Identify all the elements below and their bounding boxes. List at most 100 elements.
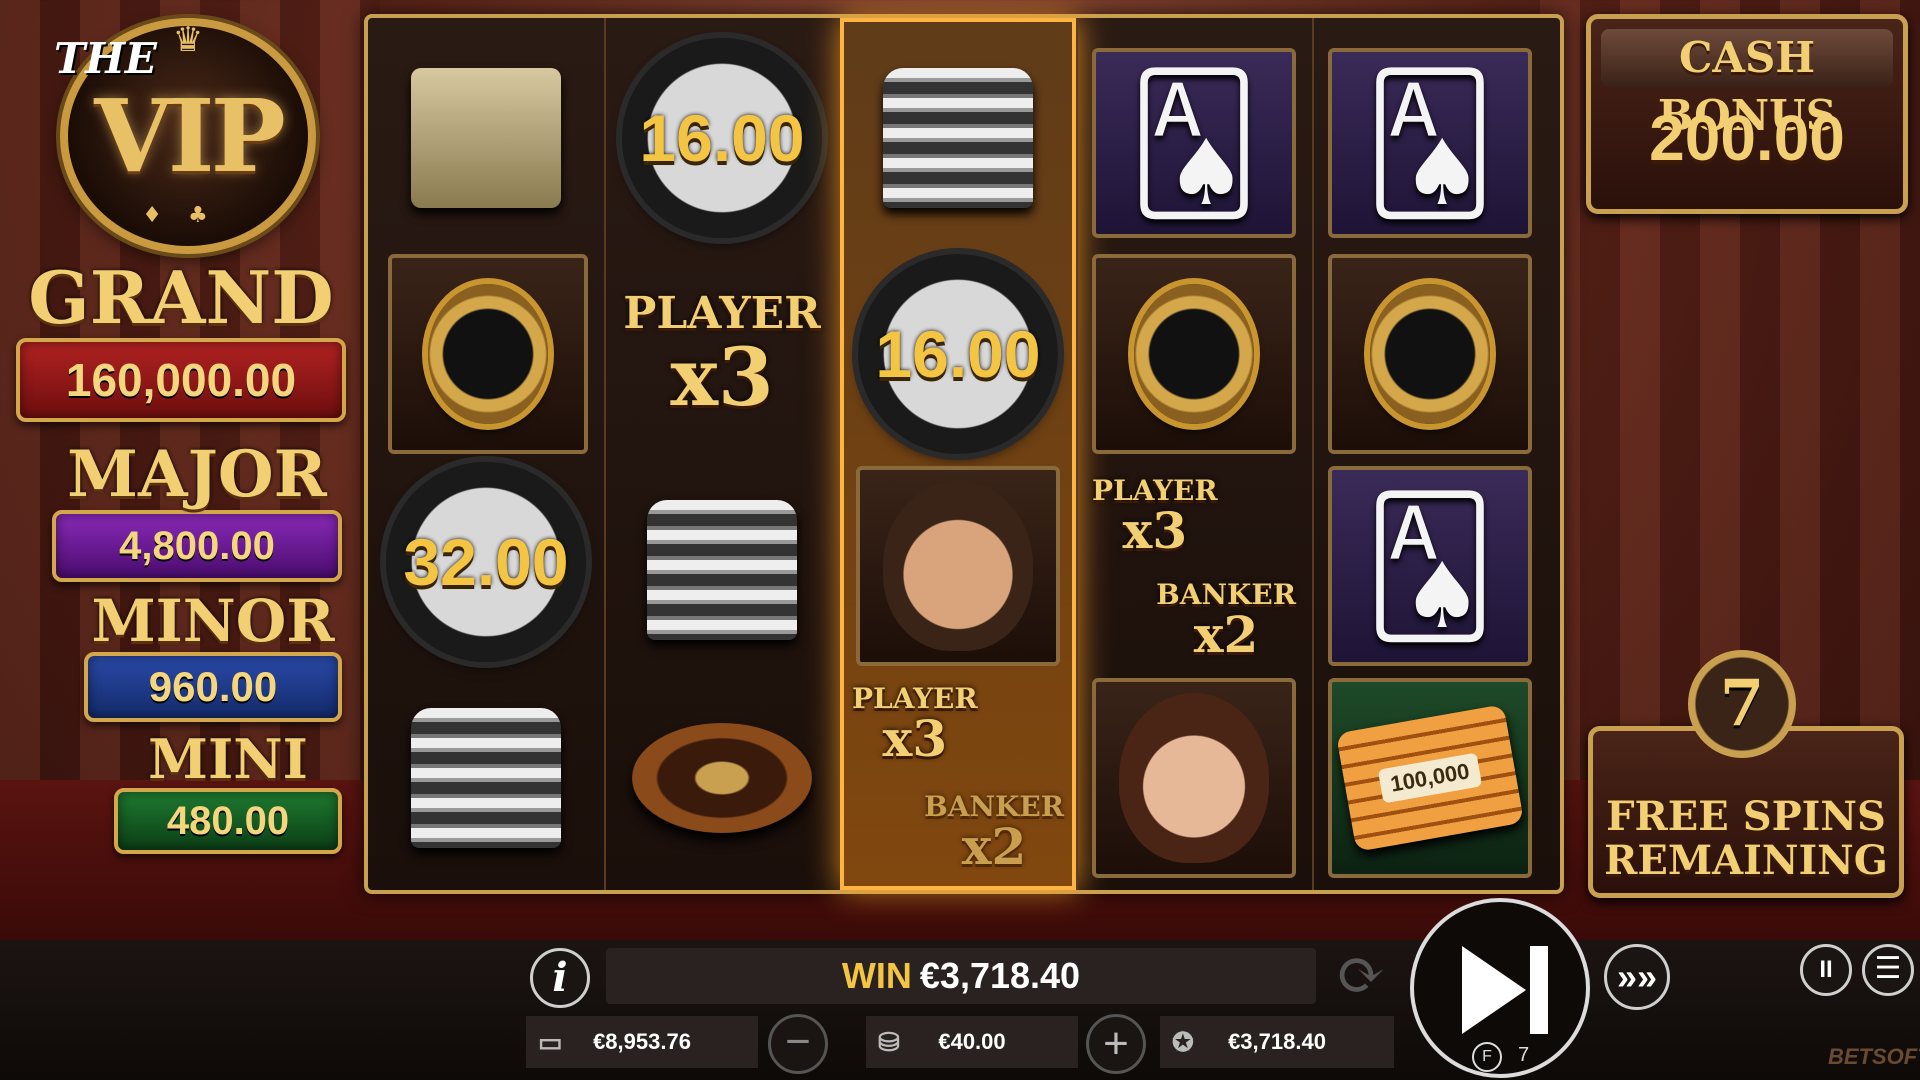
free-spins-label-1: FREE SPINS — [1606, 793, 1886, 840]
woman-portrait-icon — [1119, 693, 1269, 863]
card-suits-icon: ♦♣ — [142, 203, 234, 228]
info-button[interactable]: i — [530, 948, 590, 1008]
symbol-chip: 16.00 — [612, 38, 832, 238]
cash-bonus-panel: CASH BONUS 200.00 — [1586, 14, 1908, 214]
free-spin-badge: F — [1472, 1042, 1502, 1072]
symbol-poker-chips — [848, 38, 1068, 238]
player-multiplier: PLAYER x3 — [623, 291, 820, 424]
jackpot-grand-name: GRAND — [28, 255, 334, 340]
bet-display: ⛁ €40.00 — [866, 1016, 1078, 1068]
minus-icon: − — [785, 1017, 811, 1066]
jackpot-mini: MINI 480.00 — [114, 730, 342, 854]
free-spin-counter: F7 — [1472, 1042, 1529, 1072]
multiplier-value: x2 — [961, 817, 1027, 876]
autoplay-icon: ⟳ — [1335, 940, 1387, 1010]
symbol-watch — [388, 254, 588, 454]
total-win-value: €3,718.40 — [1228, 1029, 1326, 1054]
win-display: WIN €3,718.40 — [606, 948, 1316, 1004]
symbol-royal-flush: 🂡 — [1328, 466, 1532, 666]
increase-bet-button[interactable]: + — [1086, 1014, 1146, 1074]
playing-cards-icon: 🂡 — [1127, 67, 1261, 219]
multiplier-value: x2 — [1193, 605, 1259, 664]
multiplier-value: x3 — [670, 330, 774, 424]
chip-value: 16.00 — [622, 38, 822, 238]
reel-4: 🂡 PLAYER x3 BANKER x2 — [1076, 18, 1314, 890]
free-spin-counter-value: 7 — [1518, 1044, 1530, 1066]
balance-value: €8,953.76 — [593, 1029, 691, 1054]
jackpot-minor-value: 960.00 — [84, 652, 342, 722]
symbol-plaque: 100,000 — [1328, 678, 1532, 878]
watch-icon — [1134, 284, 1254, 424]
symbol-royal-flush: 🂡 — [1328, 48, 1532, 238]
logo-prefix: THE — [54, 34, 157, 83]
autoplay-button[interactable]: ⟳ — [1326, 940, 1396, 1010]
play-icon — [1462, 946, 1526, 1034]
multiplier-value: x3 — [1122, 501, 1188, 560]
cash-icon — [411, 68, 561, 208]
free-spins-count: 7 — [1688, 650, 1796, 758]
win-label: WIN — [841, 955, 912, 996]
player-multiplier: PLAYER x3 — [1092, 476, 1218, 556]
symbol-chip: 16.00 — [848, 254, 1068, 454]
poker-chips-icon — [411, 708, 561, 848]
plaque-label: 100,000 — [1378, 752, 1482, 804]
reel-grid: 32.00 16.00 PLAYER x3 16.00 PLAYER x3 BA… — [364, 14, 1564, 894]
turbo-icon: »» — [1616, 956, 1658, 997]
menu-icon: ☰ — [1874, 952, 1902, 985]
jackpot-grand-value: 160,000.00 — [16, 338, 346, 422]
pause-button[interactable]: II — [1800, 944, 1852, 996]
man-portrait-icon — [883, 481, 1033, 651]
multiplier-value: x3 — [882, 709, 948, 768]
symbol-poker-chips — [612, 470, 832, 670]
symbol-royal-flush: 🂡 — [1092, 48, 1296, 238]
jackpot-mini-name: MINI — [148, 727, 308, 791]
win-value: €3,718.40 — [919, 955, 1081, 996]
reel-5: 🂡 🂡 100,000 — [1312, 18, 1548, 890]
turbo-button[interactable]: »» — [1604, 944, 1670, 1010]
poker-chips-icon — [883, 68, 1033, 208]
jackpot-major-value: 4,800.00 — [52, 510, 342, 582]
reel-3-highlighted: 16.00 PLAYER x3 BANKER x2 — [840, 18, 1078, 890]
plaque-icon: 100,000 — [1335, 704, 1525, 852]
decrease-bet-button[interactable]: − — [768, 1014, 828, 1074]
playing-cards-icon: 🂡 — [1363, 67, 1497, 219]
bet-value: €40.00 — [938, 1029, 1006, 1054]
plus-icon: + — [1103, 1019, 1129, 1068]
playing-cards-icon: 🂡 — [1363, 490, 1497, 642]
free-spins-label-2: REMAINING — [1604, 837, 1888, 884]
total-win-display: ✪ €3,718.40 — [1160, 1016, 1394, 1068]
jackpot-major-name: MAJOR — [67, 437, 327, 512]
brand-logo: BETSOFT — [1828, 1044, 1920, 1069]
jackpot-mini-value: 480.00 — [114, 788, 342, 854]
symbol-man — [856, 466, 1060, 666]
roulette-icon — [632, 723, 812, 833]
jackpot-minor: MINOR 960.00 — [84, 590, 342, 722]
symbol-chip: 32.00 — [376, 462, 596, 662]
jackpot-grand: GRAND 160,000.00 — [16, 258, 346, 422]
symbol-split-multiplier: PLAYER x3 BANKER x2 — [848, 678, 1068, 878]
jackpot-major: MAJOR 4,800.00 — [52, 440, 342, 582]
symbol-watch — [1092, 254, 1296, 454]
info-icon: i — [552, 954, 568, 1001]
watch-icon — [1370, 284, 1490, 424]
spin-button[interactable]: F7 — [1410, 898, 1590, 1078]
player-multiplier: PLAYER x3 — [852, 684, 978, 764]
watch-icon — [428, 284, 548, 424]
banker-multiplier: BANKER x2 — [1156, 580, 1296, 660]
symbol-poker-chips — [376, 678, 596, 878]
game-logo: ♛ THE VIP ♦♣ — [54, 18, 316, 254]
menu-button[interactable]: ☰ — [1862, 944, 1914, 996]
skip-bar-icon — [1530, 946, 1548, 1034]
jackpot-minor-name: MINOR — [91, 587, 335, 655]
symbol-roulette — [612, 678, 832, 878]
symbol-watch — [1328, 254, 1532, 454]
poker-chips-icon — [647, 500, 797, 640]
reel-2: 16.00 PLAYER x3 — [604, 18, 842, 890]
reel-1: 32.00 — [368, 18, 606, 890]
balance-display: ▭ €8,953.76 — [526, 1016, 758, 1068]
symbol-player-multiplier: PLAYER x3 — [612, 254, 832, 454]
chip-value: 32.00 — [386, 462, 586, 662]
logo-title: VIP — [94, 77, 286, 195]
cash-bonus-title: CASH BONUS — [1601, 29, 1893, 140]
chip-value: 16.00 — [858, 254, 1058, 454]
